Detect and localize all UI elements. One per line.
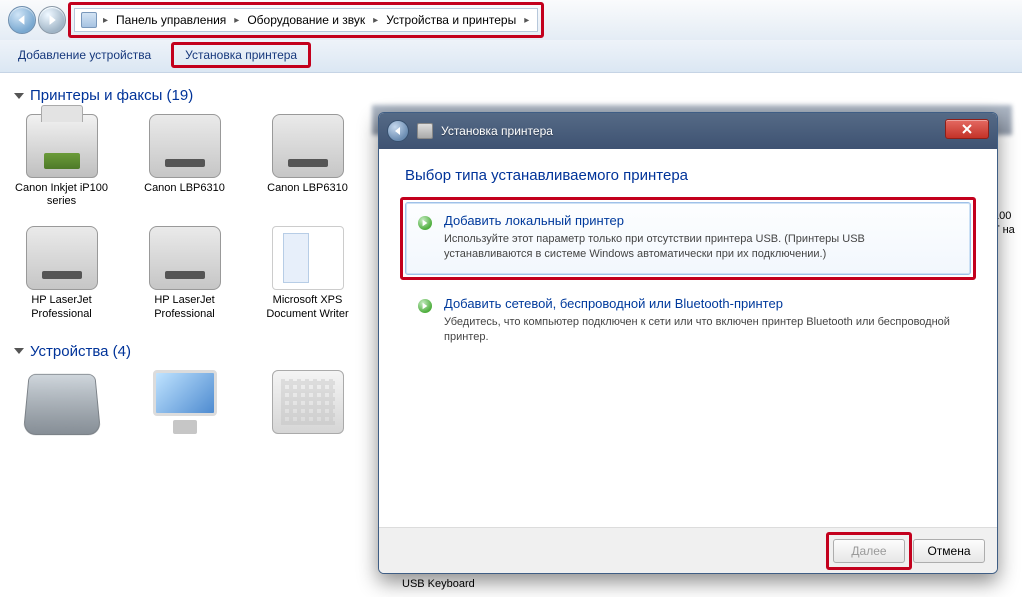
device-tile[interactable]: Microsoft XPS Document Writer: [260, 226, 355, 320]
collapse-icon: [14, 93, 24, 99]
device-label: Microsoft XPS Document Writer: [260, 294, 355, 320]
option-network-printer[interactable]: Добавить сетевой, беспроводной или Bluet…: [405, 285, 971, 358]
group-title: Принтеры и факсы (19): [30, 87, 193, 104]
device-tile[interactable]: Canon LBP6310: [137, 114, 232, 208]
printer-icon: [26, 114, 98, 178]
printer-icon: [149, 114, 221, 178]
breadcrumb-item[interactable]: Панель управления: [114, 12, 228, 28]
document-icon: [272, 226, 344, 290]
printer-icon: [417, 123, 433, 139]
toolbar-add-device[interactable]: Добавление устройства: [10, 44, 159, 66]
device-label: Canon Inkjet iP100 series: [14, 182, 109, 208]
device-tile[interactable]: Canon Inkjet iP100 series: [14, 114, 109, 208]
chevron-right-icon: ▸: [232, 15, 241, 26]
device-label: Canon LBP6310: [144, 182, 225, 195]
scanner-icon: [22, 374, 100, 435]
toolbar-add-printer[interactable]: Установка принтера: [177, 44, 305, 66]
device-label: Canon LBP6310: [267, 182, 348, 195]
option-title: Добавить локальный принтер: [444, 213, 956, 228]
keyboard-icon: [272, 370, 344, 434]
breadcrumb-item[interactable]: Оборудование и звук: [245, 12, 367, 28]
group-title: Устройства (4): [30, 343, 131, 360]
cancel-button[interactable]: Отмена: [913, 539, 985, 563]
nav-back-button[interactable]: [8, 6, 36, 34]
device-label: HP LaserJet Professional: [137, 294, 232, 320]
printer-icon: [149, 226, 221, 290]
group-count: 19: [172, 87, 189, 104]
dialog-footer: Далее Отмена: [379, 527, 997, 573]
printer-icon: [272, 114, 344, 178]
device-tile[interactable]: HP LaserJet Professional: [14, 226, 109, 320]
option-title: Добавить сетевой, беспроводной или Bluet…: [444, 296, 956, 311]
dialog-back-button[interactable]: [387, 120, 409, 142]
add-printer-dialog: Установка принтера Выбор типа устанавлив…: [378, 112, 998, 574]
arrow-right-icon: [418, 299, 432, 313]
device-tile[interactable]: [137, 370, 232, 438]
next-button[interactable]: Далее: [833, 539, 905, 563]
dialog-heading: Выбор типа устанавливаемого принтера: [405, 167, 971, 184]
arrow-right-icon: [418, 216, 432, 230]
close-button[interactable]: [945, 119, 989, 139]
group-title-text: Устройства: [30, 343, 108, 360]
chevron-right-icon: ▸: [522, 15, 531, 26]
device-tile[interactable]: HP LaserJet Professional: [137, 226, 232, 320]
toolbar: Добавление устройства Установка принтера: [0, 40, 1022, 73]
breadcrumb[interactable]: ▸ Панель управления ▸ Оборудование и зву…: [74, 8, 538, 32]
breadcrumb-item[interactable]: Устройства и принтеры: [384, 12, 518, 28]
printer-icon: [26, 226, 98, 290]
monitor-icon: [149, 370, 221, 434]
group-title-text: Принтеры и факсы: [30, 87, 162, 104]
chevron-right-icon: ▸: [101, 15, 110, 26]
nav-forward-button[interactable]: [38, 6, 66, 34]
obscured-label: USB Keyboard: [402, 578, 475, 590]
device-tile[interactable]: [260, 370, 355, 438]
collapse-icon: [14, 348, 24, 354]
device-tile[interactable]: [14, 370, 109, 438]
dialog-title: Установка принтера: [441, 124, 553, 138]
option-desc: Убедитесь, что компьютер подключен к сет…: [444, 315, 956, 345]
device-tile[interactable]: Canon LBP6310: [260, 114, 355, 208]
group-header-printers[interactable]: Принтеры и факсы (19): [14, 87, 1008, 104]
control-panel-icon: [81, 12, 97, 28]
option-desc: Используйте этот параметр только при отс…: [444, 232, 956, 262]
group-count: 4: [118, 343, 126, 360]
chevron-right-icon: ▸: [371, 15, 380, 26]
device-label: HP LaserJet Professional: [14, 294, 109, 320]
option-local-printer[interactable]: Добавить локальный принтер Используйте э…: [405, 202, 971, 275]
dialog-titlebar[interactable]: Установка принтера: [379, 113, 997, 149]
